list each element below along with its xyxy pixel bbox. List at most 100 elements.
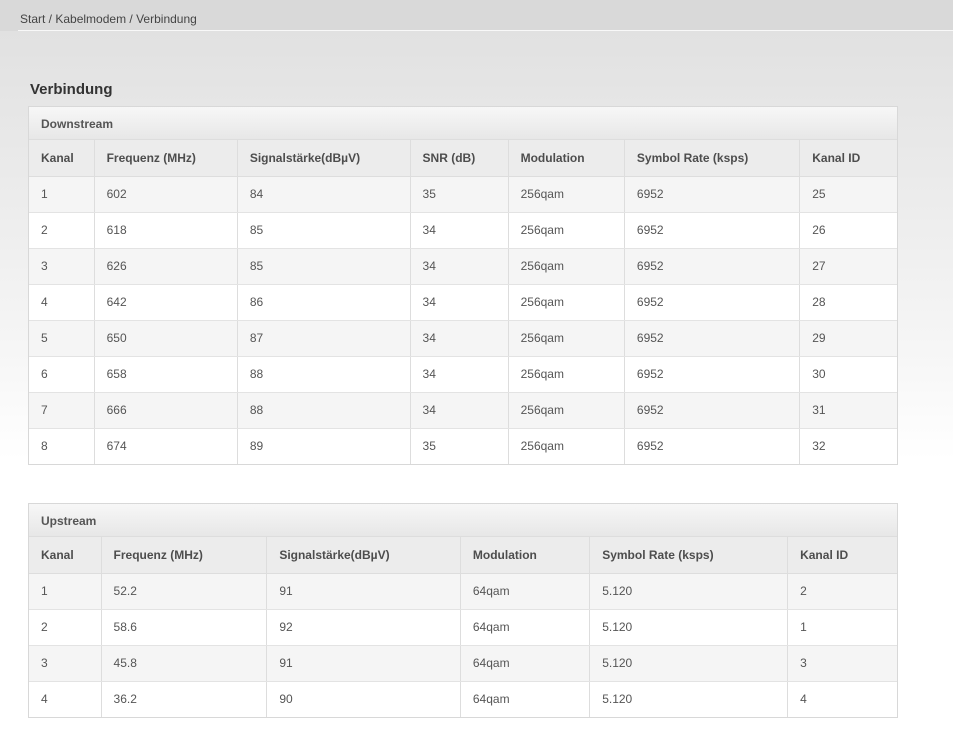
downstream-section-header: Downstream [29,107,897,140]
table-cell: 6952 [623,283,801,321]
table-cell: 89 [236,427,411,465]
table-cell: 6952 [623,247,801,285]
header-row: Kanal Frequenz (MHz) Signalstärke(dBµV) SNR… [28,139,898,177]
table-cell: 86 [236,283,411,321]
column-header: Modulation [459,536,591,574]
column-header: Kanal [28,536,102,574]
column-header: Kanal [28,139,95,177]
table-cell: 84 [236,175,411,213]
table-cell: 34 [409,319,509,357]
table-cell: 1 [787,608,898,646]
table-cell: 36.2 [100,680,268,718]
table-row: 3 45.8 91 64qam 5.120 3 [28,644,898,682]
table-cell: 618 [93,211,238,249]
breadcrumb-item-start[interactable]: Start [20,12,45,26]
table-cell: 6952 [623,355,801,393]
upstream-table: Kanal Frequenz (MHz) Signalstärke(dBµV) Mod… [28,536,898,718]
table-cell: 6952 [623,391,801,429]
table-cell: 674 [93,427,238,465]
table-cell: 2 [28,608,102,646]
table-cell: 32 [799,427,898,465]
table-cell: 26 [799,211,898,249]
table-cell: 64qam [459,572,591,610]
table-cell: 34 [409,391,509,429]
column-header: Modulation [507,139,625,177]
table-cell: 64qam [459,608,591,646]
table-cell: 6952 [623,319,801,357]
table-cell: 92 [266,608,461,646]
table-cell: 256qam [507,211,625,249]
table-cell: 34 [409,355,509,393]
table-cell: 6952 [623,175,801,213]
downstream-section-title: Downstream [41,117,114,131]
table-row: 7 666 88 34 256qam 6952 31 [28,391,898,429]
table-row: 5 650 87 34 256qam 6952 29 [28,319,898,357]
table-cell: 3 [28,644,102,682]
table-cell: 5.120 [589,644,789,682]
table-cell: 4 [28,680,102,718]
column-header: Symbol Rate (ksps) [623,139,801,177]
page-title: Verbindung [30,81,113,98]
table-cell: 3 [28,247,95,285]
upstream-section-header: Upstream [29,504,897,537]
table-cell: 602 [93,175,238,213]
table-cell: 5.120 [589,608,789,646]
table-row: 2 618 85 34 256qam 6952 26 [28,211,898,249]
content-area: Verbindung Downstream Kanal Frequenz (MHz… [0,31,953,718]
table-cell: 30 [799,355,898,393]
table-cell: 58.6 [100,608,268,646]
table-cell: 64qam [459,644,591,682]
column-header: SNR (dB) [409,139,509,177]
table-cell: 52.2 [100,572,268,610]
column-header: Signalstärke(dBµV) [236,139,411,177]
breadcrumb-item-verbindung[interactable]: Verbindung [136,12,197,26]
column-header: Signalstärke(dBµV) [266,536,461,574]
table-cell: 2 [787,572,898,610]
table-cell: 34 [409,283,509,321]
table-cell: 256qam [507,355,625,393]
breadcrumb-separator: / [126,12,137,26]
table-cell: 626 [93,247,238,285]
page: Start / Kabelmodem / Verbindung Verbindu… [0,0,953,730]
table-cell: 2 [28,211,95,249]
table-cell: 64qam [459,680,591,718]
table-cell: 87 [236,319,411,357]
table-cell: 35 [409,427,509,465]
downstream-table: Kanal Frequenz (MHz) Signalstärke(dBµV) SNR… [28,139,898,465]
table-cell: 6952 [623,427,801,465]
table-cell: 642 [93,283,238,321]
breadcrumb-item-kabelmodem[interactable]: Kabelmodem [55,12,126,26]
table-row: 4 642 86 34 256qam 6952 28 [28,283,898,321]
column-header: Frequenz (MHz) [100,536,268,574]
table-cell: 85 [236,247,411,285]
table-row: 4 36.2 90 64qam 5.120 4 [28,680,898,718]
table-row: 6 658 88 34 256qam 6952 30 [28,355,898,393]
panel-spacer [28,465,925,503]
upstream-panel: Upstream Kanal Frequenz (MHz) Signalstärke… [28,503,898,718]
table-cell: 4 [28,283,95,321]
table-cell: 256qam [507,427,625,465]
column-header: Kanal ID [799,139,898,177]
table-row: 2 58.6 92 64qam 5.120 1 [28,608,898,646]
table-cell: 650 [93,319,238,357]
table-cell: 666 [93,391,238,429]
table-cell: 256qam [507,391,625,429]
table-cell: 256qam [507,319,625,357]
table-cell: 6 [28,355,95,393]
table-cell: 4 [787,680,898,718]
table-row: 8 674 89 35 256qam 6952 32 [28,427,898,465]
table-cell: 5.120 [589,572,789,610]
table-cell: 91 [266,644,461,682]
table-cell: 256qam [507,175,625,213]
table-row: 1 602 84 35 256qam 6952 25 [28,175,898,213]
table-cell: 6952 [623,211,801,249]
table-cell: 90 [266,680,461,718]
downstream-panel: Downstream Kanal Frequenz (MHz) Signalstär… [28,106,898,465]
column-header: Kanal ID [787,536,898,574]
column-header: Frequenz (MHz) [93,139,238,177]
column-header: Symbol Rate (ksps) [589,536,789,574]
table-cell: 28 [799,283,898,321]
table-cell: 1 [28,572,102,610]
table-cell: 256qam [507,283,625,321]
table-cell: 256qam [507,247,625,285]
